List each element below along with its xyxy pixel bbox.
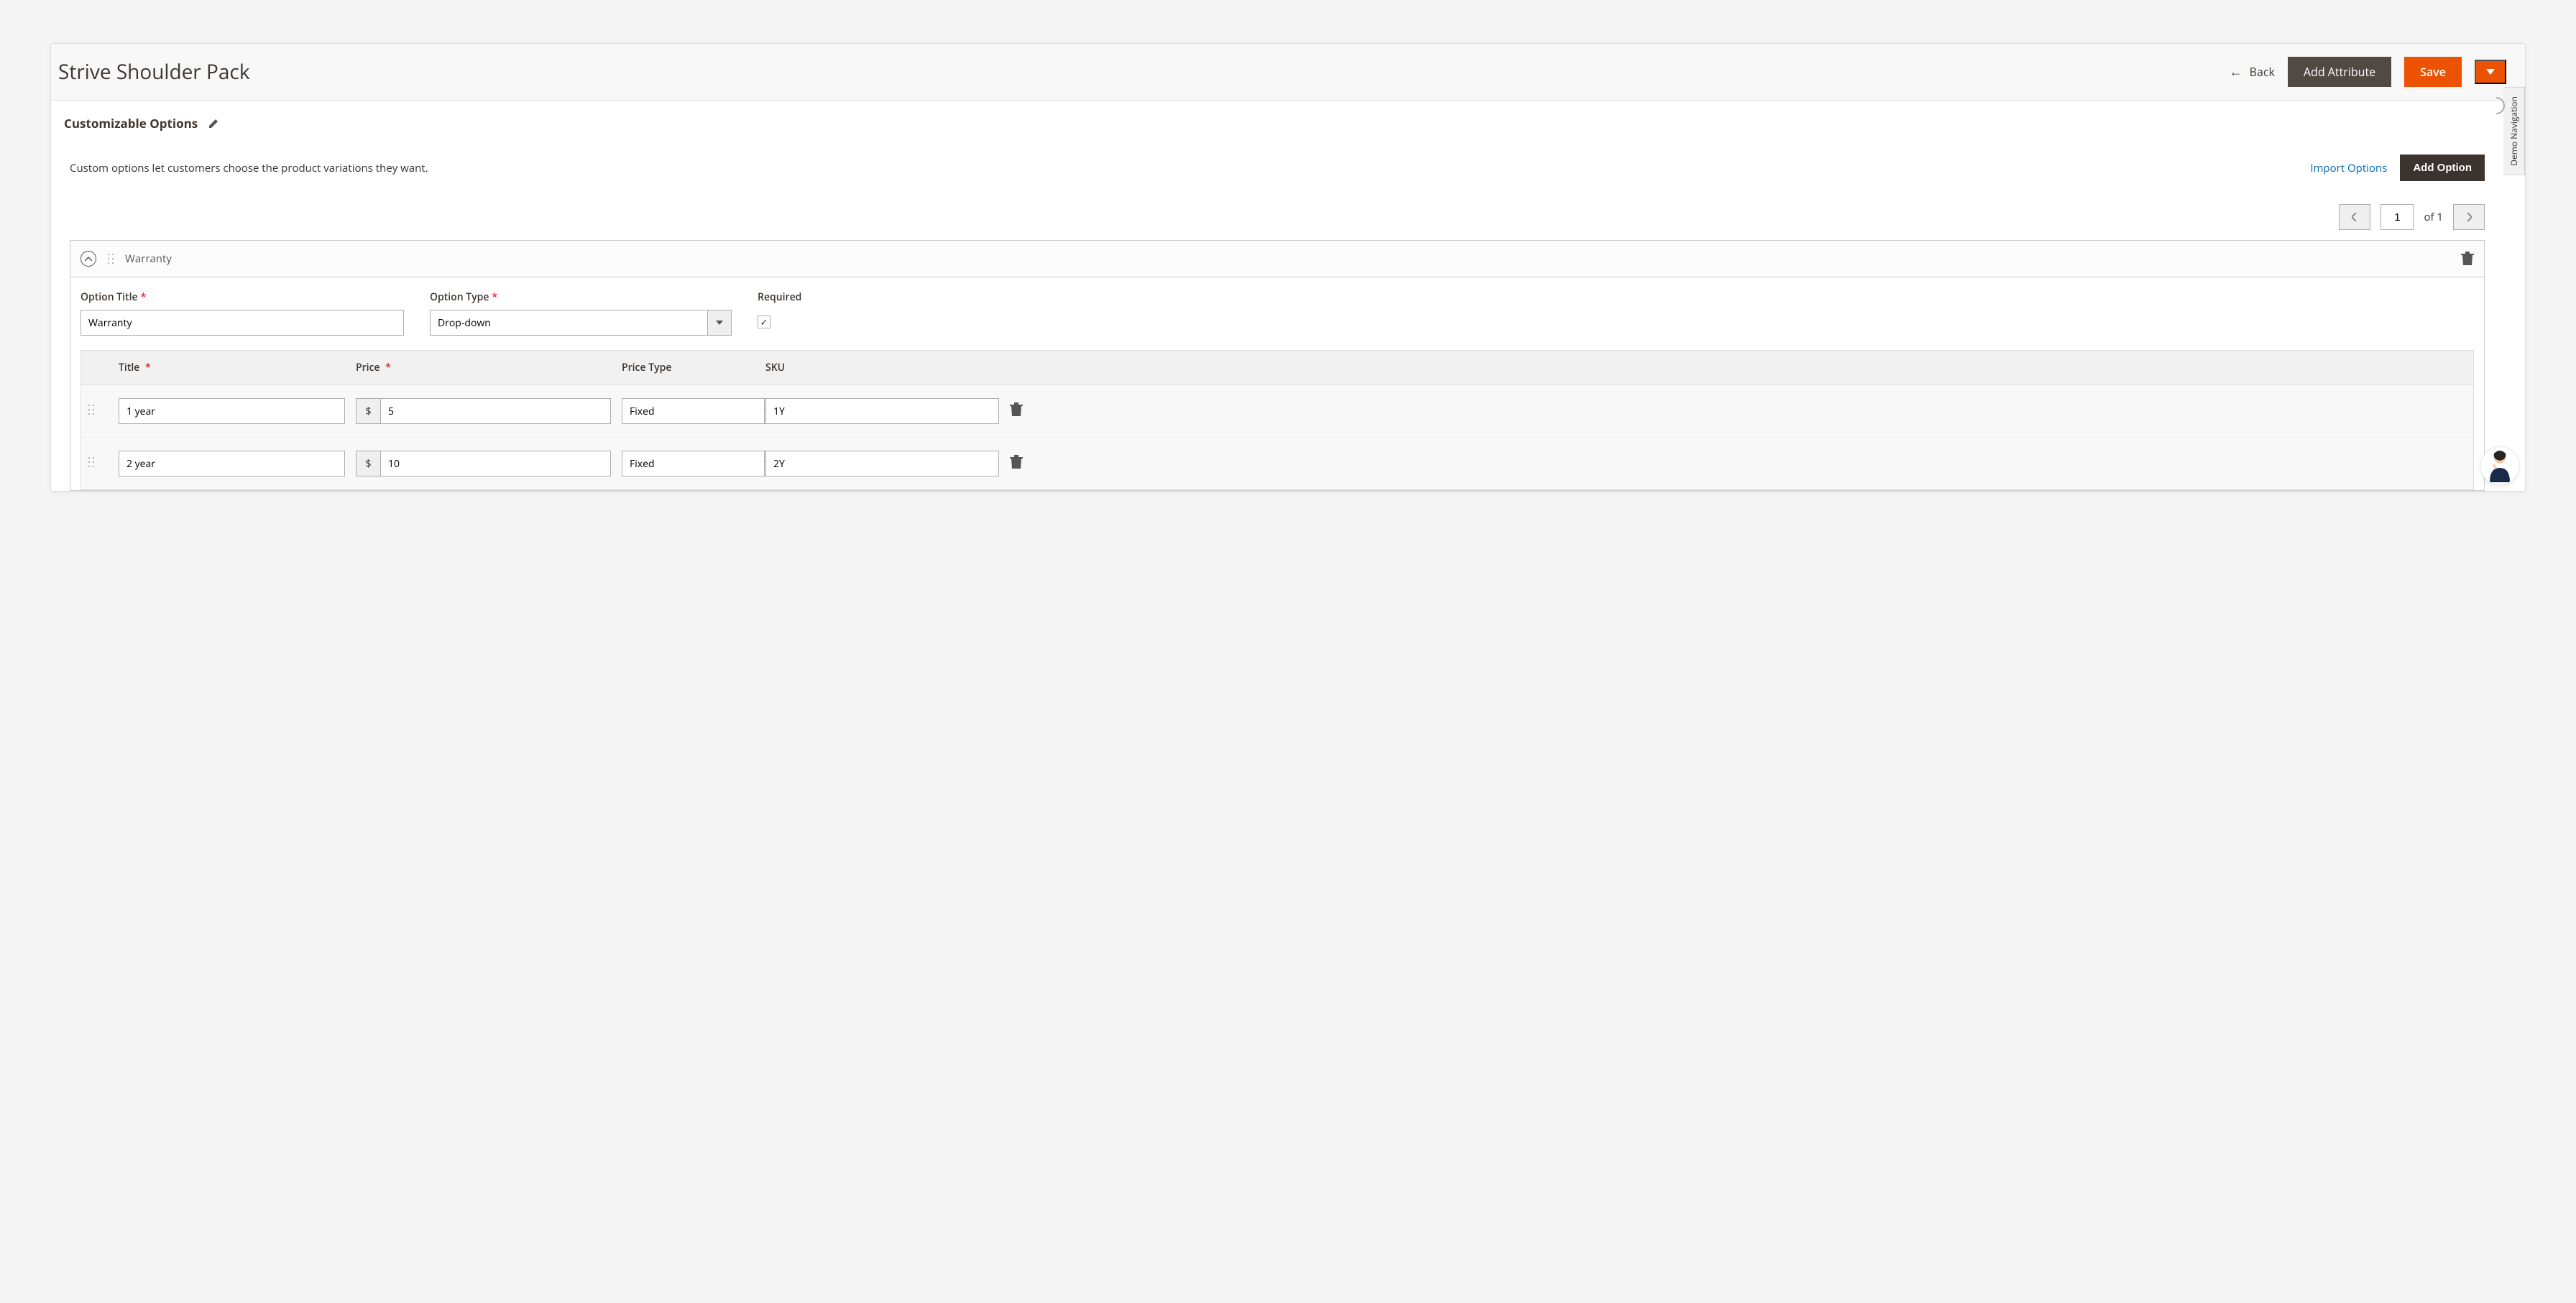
option-fields-row: Option Title* Option Type* (80, 290, 2474, 350)
drag-grip-icon[interactable] (87, 403, 96, 416)
demo-navigation-tab[interactable]: Demo Navigation (2503, 87, 2525, 175)
section-title: Customizable Options (64, 115, 198, 132)
checkmark-icon: ✓ (760, 316, 768, 328)
required-checkbox[interactable]: ✓ (758, 316, 770, 328)
col-sku: SKU (760, 361, 1004, 374)
required-asterisk: * (141, 290, 147, 304)
select-dropdown-button[interactable] (707, 310, 732, 336)
table-row: $ (81, 438, 2473, 489)
option-type-select[interactable] (430, 310, 732, 336)
option-title-label: Option Title* (80, 290, 404, 304)
option-name-label: Warranty (125, 252, 2451, 266)
intro-row: Custom options let customers choose the … (64, 142, 2490, 191)
product-edit-window: Strive Shoulder Pack ← Back Add Attribut… (50, 43, 2526, 492)
add-option-button[interactable]: Add Option (2400, 155, 2485, 181)
page-number-input[interactable] (2380, 204, 2414, 230)
pagination: of 1 (64, 191, 2490, 240)
drag-grip-icon[interactable] (87, 456, 96, 469)
page-title: Strive Shoulder Pack (58, 58, 2230, 86)
price-input-wrap: $ (356, 398, 611, 424)
option-title-input[interactable] (80, 310, 404, 336)
row-sku-input[interactable] (765, 398, 999, 424)
price-type-select[interactable] (622, 398, 704, 424)
header-actions: ← Back Add Attribute Save (2230, 57, 2506, 87)
chevron-right-icon (2466, 213, 2472, 221)
section-header: Customizable Options (64, 111, 2490, 142)
row-price-input[interactable] (380, 398, 611, 424)
table-head: Title * Price * Price Type SKU (81, 351, 2473, 385)
back-label: Back (2250, 64, 2275, 80)
collapse-toggle[interactable] (80, 251, 96, 267)
option-title-group: Option Title* (80, 290, 404, 336)
required-group: Required ✓ (758, 290, 801, 336)
currency-prefix: $ (356, 398, 380, 424)
caret-down-icon (2486, 69, 2495, 75)
price-input-wrap: $ (356, 451, 611, 476)
col-title: Title * (113, 361, 350, 374)
avatar-person-icon (2485, 449, 2514, 482)
currency-prefix: $ (356, 451, 380, 476)
back-button[interactable]: ← Back (2230, 63, 2275, 80)
option-block-warranty: Warranty Option Title* (70, 240, 2485, 491)
caret-down-icon (716, 321, 723, 325)
price-type-value[interactable] (622, 451, 764, 476)
option-type-label: Option Type* (430, 290, 732, 304)
page-total-label: of 1 (2424, 210, 2443, 224)
chevron-left-icon (2352, 213, 2358, 221)
pencil-icon[interactable] (208, 118, 219, 129)
option-type-value[interactable] (430, 310, 707, 336)
add-attribute-button[interactable]: Add Attribute (2288, 57, 2391, 87)
intro-text: Custom options let customers choose the … (70, 161, 2310, 175)
table-row: $ (81, 385, 2473, 438)
save-dropdown-button[interactable] (2475, 60, 2506, 84)
values-table: Title * Price * Price Type SKU $ $ (80, 350, 2474, 490)
import-options-link[interactable]: Import Options (2310, 161, 2387, 175)
row-price-input[interactable] (380, 451, 611, 476)
option-head: Warranty (70, 241, 2484, 277)
chat-avatar[interactable] (2480, 446, 2519, 485)
price-type-value[interactable] (622, 398, 764, 424)
drag-grip-icon[interactable] (106, 252, 115, 265)
content-area: Customizable Options Custom options let … (51, 101, 2503, 491)
trash-icon[interactable] (1010, 455, 1023, 469)
row-title-input[interactable] (119, 451, 345, 476)
save-button[interactable]: Save (2404, 57, 2462, 87)
row-sku-input[interactable] (765, 451, 999, 476)
row-title-input[interactable] (119, 398, 345, 424)
col-price: Price * (350, 361, 616, 374)
header-bar: Strive Shoulder Pack ← Back Add Attribut… (51, 44, 2525, 101)
prev-page-button[interactable] (2339, 204, 2370, 230)
price-type-select[interactable] (622, 451, 704, 476)
arrow-left-icon: ← (2230, 63, 2242, 80)
required-label: Required (758, 290, 801, 304)
required-asterisk: * (492, 290, 497, 304)
next-page-button[interactable] (2453, 204, 2485, 230)
col-price-type: Price Type (616, 361, 760, 374)
option-body: Option Title* Option Type* (70, 277, 2484, 490)
option-type-group: Option Type* (430, 290, 732, 336)
trash-icon[interactable] (1010, 402, 1023, 417)
trash-icon[interactable] (2461, 252, 2474, 266)
chevron-up-icon (85, 257, 92, 262)
